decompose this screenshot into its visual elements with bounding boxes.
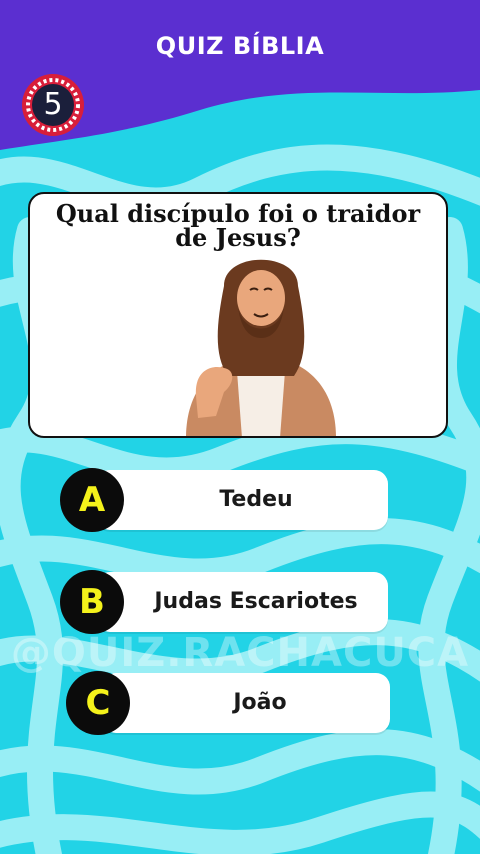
option-c[interactable]: João C xyxy=(66,671,390,735)
quiz-title: QUIZ BÍBLIA xyxy=(155,32,325,60)
option-b-letter: B xyxy=(60,570,124,634)
question-card: Qual discípulo foi o traidor de Jesus? xyxy=(28,192,448,438)
option-b[interactable]: Judas Escariotes B xyxy=(60,570,388,634)
option-c-label: João xyxy=(233,690,287,715)
option-a-letter: A xyxy=(60,468,124,532)
watermark: @QUIZ.RACHACUCA xyxy=(10,630,470,676)
timer-value: 5 xyxy=(43,87,63,122)
option-b-label: Judas Escariotes xyxy=(154,589,358,614)
question-text: Qual discípulo foi o traidor de Jesus? xyxy=(55,199,421,252)
jesus-illustration xyxy=(186,259,336,436)
option-c-letter: C xyxy=(66,671,130,735)
option-a-label: Tedeu xyxy=(219,487,293,512)
option-a[interactable]: Tedeu A xyxy=(60,468,388,532)
countdown-timer: 5 xyxy=(20,72,86,138)
